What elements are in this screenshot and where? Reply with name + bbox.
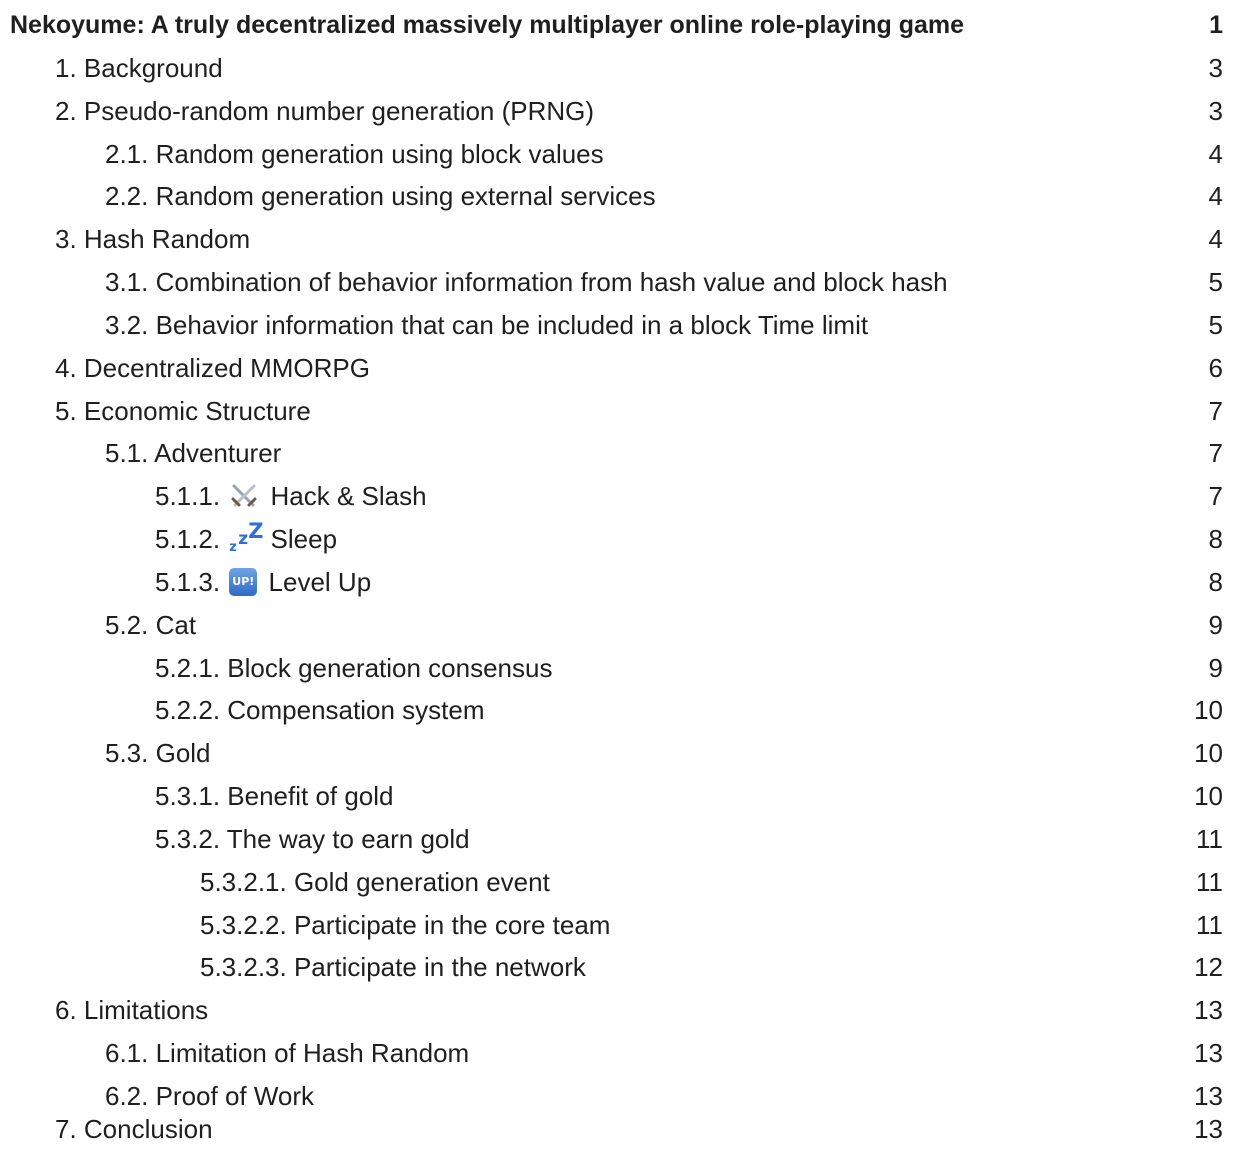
toc-page-number: 10 — [1194, 738, 1223, 768]
toc-entry-label: Nekoyume: A truly decentralized massivel… — [10, 11, 965, 39]
toc-entry-label: 2. Pseudo-random number generation (PRNG… — [55, 96, 595, 126]
toc-entry-label: 5.1. Adventurer — [105, 438, 282, 468]
toc-page-number: 13 — [1194, 1114, 1223, 1144]
toc-row[interactable]: 3. Hash Random 4 — [0, 218, 1235, 260]
toc-page-number: 4 — [1208, 224, 1223, 254]
toc-page-number: 5 — [1208, 310, 1223, 340]
toc-page-number: 6 — [1208, 353, 1223, 383]
toc-entry-label: 5.2.2. Compensation system — [155, 695, 485, 725]
toc-row[interactable]: 5.3.2.3. Participate in the network 12 — [0, 946, 1235, 988]
toc-page-number: 13 — [1194, 1038, 1223, 1068]
toc-page-number: 3 — [1208, 96, 1223, 126]
toc-row[interactable]: 7. Conclusion 13 — [0, 1108, 1235, 1150]
toc-entry-label: 5. Economic Structure — [55, 396, 311, 426]
toc-row-title[interactable]: Nekoyume: A truly decentralized massivel… — [0, 4, 1235, 46]
toc-entry-number: 5.1.1. — [155, 481, 221, 511]
toc-page-number: 8 — [1208, 524, 1223, 554]
toc-row[interactable]: 5.2.1. Block generation consensus 9 — [0, 647, 1235, 689]
toc-entry-label: 6. Limitations — [55, 995, 209, 1025]
toc-row[interactable]: 5.1.3. UP! Level Up 8 — [0, 561, 1235, 603]
toc-entry-label: 1. Background — [55, 53, 223, 83]
toc-entry-label: 2.1. Random generation using block value… — [105, 139, 604, 169]
toc-page-number: 3 — [1208, 53, 1223, 83]
toc-entry-label: 7. Conclusion — [55, 1114, 213, 1144]
table-of-contents: Nekoyume: A truly decentralized massivel… — [0, 0, 1235, 1151]
toc-page-number: 5 — [1208, 267, 1223, 297]
toc-entry-text: Level Up — [268, 567, 372, 597]
toc-row[interactable]: 3.2. Behavior information that can be in… — [0, 304, 1235, 346]
toc-entry-number: 5.1.2. — [155, 524, 221, 554]
zzz-sleep-icon: zzZ — [229, 519, 264, 556]
toc-entry-label: 5.3.1. Benefit of gold — [155, 781, 394, 811]
toc-entry-label: 3.2. Behavior information that can be in… — [105, 310, 869, 340]
toc-row[interactable]: 5.1.1. Hack & Slash 7 — [0, 475, 1235, 517]
toc-entry-label: 5.3. Gold — [105, 738, 211, 768]
toc-row[interactable]: 2.1. Random generation using block value… — [0, 133, 1235, 175]
toc-page-number: 7 — [1208, 438, 1223, 468]
toc-row[interactable]: 5.2. Cat 9 — [0, 604, 1235, 646]
toc-row[interactable]: 6. Limitations 13 — [0, 989, 1235, 1031]
toc-row[interactable]: 2.2. Random generation using external se… — [0, 175, 1235, 217]
toc-page-number: 9 — [1208, 610, 1223, 640]
toc-row[interactable]: 5.3.2.1. Gold generation event 11 — [0, 861, 1235, 903]
toc-page-number: 7 — [1208, 396, 1223, 426]
toc-entry-label: 6.1. Limitation of Hash Random — [105, 1038, 470, 1068]
toc-row[interactable]: 5.1.2. zzZ Sleep 8 — [0, 518, 1235, 560]
toc-row[interactable]: 5.2.2. Compensation system 10 — [0, 689, 1235, 731]
toc-entry-label: 5.2.1. Block generation consensus — [155, 653, 553, 683]
toc-row[interactable]: 4. Decentralized MMORPG 6 — [0, 347, 1235, 389]
toc-page-number: 10 — [1194, 695, 1223, 725]
toc-entry-label: 5.3.2.3. Participate in the network — [200, 952, 586, 982]
toc-row[interactable]: 5.1. Adventurer 7 — [0, 432, 1235, 474]
toc-page-number: 8 — [1208, 567, 1223, 597]
toc-row[interactable]: 6.1. Limitation of Hash Random 13 — [0, 1032, 1235, 1074]
toc-page-number: 1 — [1209, 11, 1223, 39]
toc-row[interactable]: 5.3.1. Benefit of gold 10 — [0, 775, 1235, 817]
toc-entry-number: 5.1.3. — [155, 567, 221, 597]
toc-page-number: 4 — [1208, 181, 1223, 211]
toc-page-number: 10 — [1194, 781, 1223, 811]
toc-page-number: 4 — [1208, 139, 1223, 169]
toc-row[interactable]: 1. Background 3 — [0, 47, 1235, 89]
toc-page-number: 11 — [1196, 824, 1223, 854]
toc-entry-text: Hack & Slash — [270, 481, 427, 511]
toc-row[interactable]: 5.3. Gold 10 — [0, 732, 1235, 774]
toc-page-number: 9 — [1208, 653, 1223, 683]
toc-row[interactable]: 2. Pseudo-random number generation (PRNG… — [0, 90, 1235, 132]
toc-entry-label: 5.2. Cat — [105, 610, 197, 640]
up-badge-icon: UP! — [229, 568, 258, 597]
toc-entry-label: 4. Decentralized MMORPG — [55, 353, 370, 383]
toc-entry-label: 3.1. Combination of behavior information… — [105, 267, 948, 297]
toc-row[interactable]: 5.3.2. The way to earn gold 11 — [0, 818, 1235, 860]
crossed-swords-icon — [229, 481, 259, 511]
toc-row[interactable]: 3.1. Combination of behavior information… — [0, 261, 1235, 303]
toc-entry-text: Sleep — [270, 524, 338, 554]
toc-entry-label: 2.2. Random generation using external se… — [105, 181, 656, 211]
toc-row[interactable]: 5.3.2.2. Participate in the core team 11 — [0, 904, 1235, 946]
toc-entry-label: 3. Hash Random — [55, 224, 251, 254]
toc-entry-label: 5.3.2.1. Gold generation event — [200, 867, 550, 897]
toc-page-number: 11 — [1196, 910, 1223, 940]
toc-page-number: 7 — [1208, 481, 1223, 511]
toc-page-number: 13 — [1194, 995, 1223, 1025]
toc-row[interactable]: 5. Economic Structure 7 — [0, 390, 1235, 432]
toc-page-number: 12 — [1194, 952, 1223, 982]
toc-page-number: 11 — [1196, 867, 1223, 897]
toc-entry-label: 5.3.2.2. Participate in the core team — [200, 910, 611, 940]
toc-entry-label: 5.3.2. The way to earn gold — [155, 824, 470, 854]
